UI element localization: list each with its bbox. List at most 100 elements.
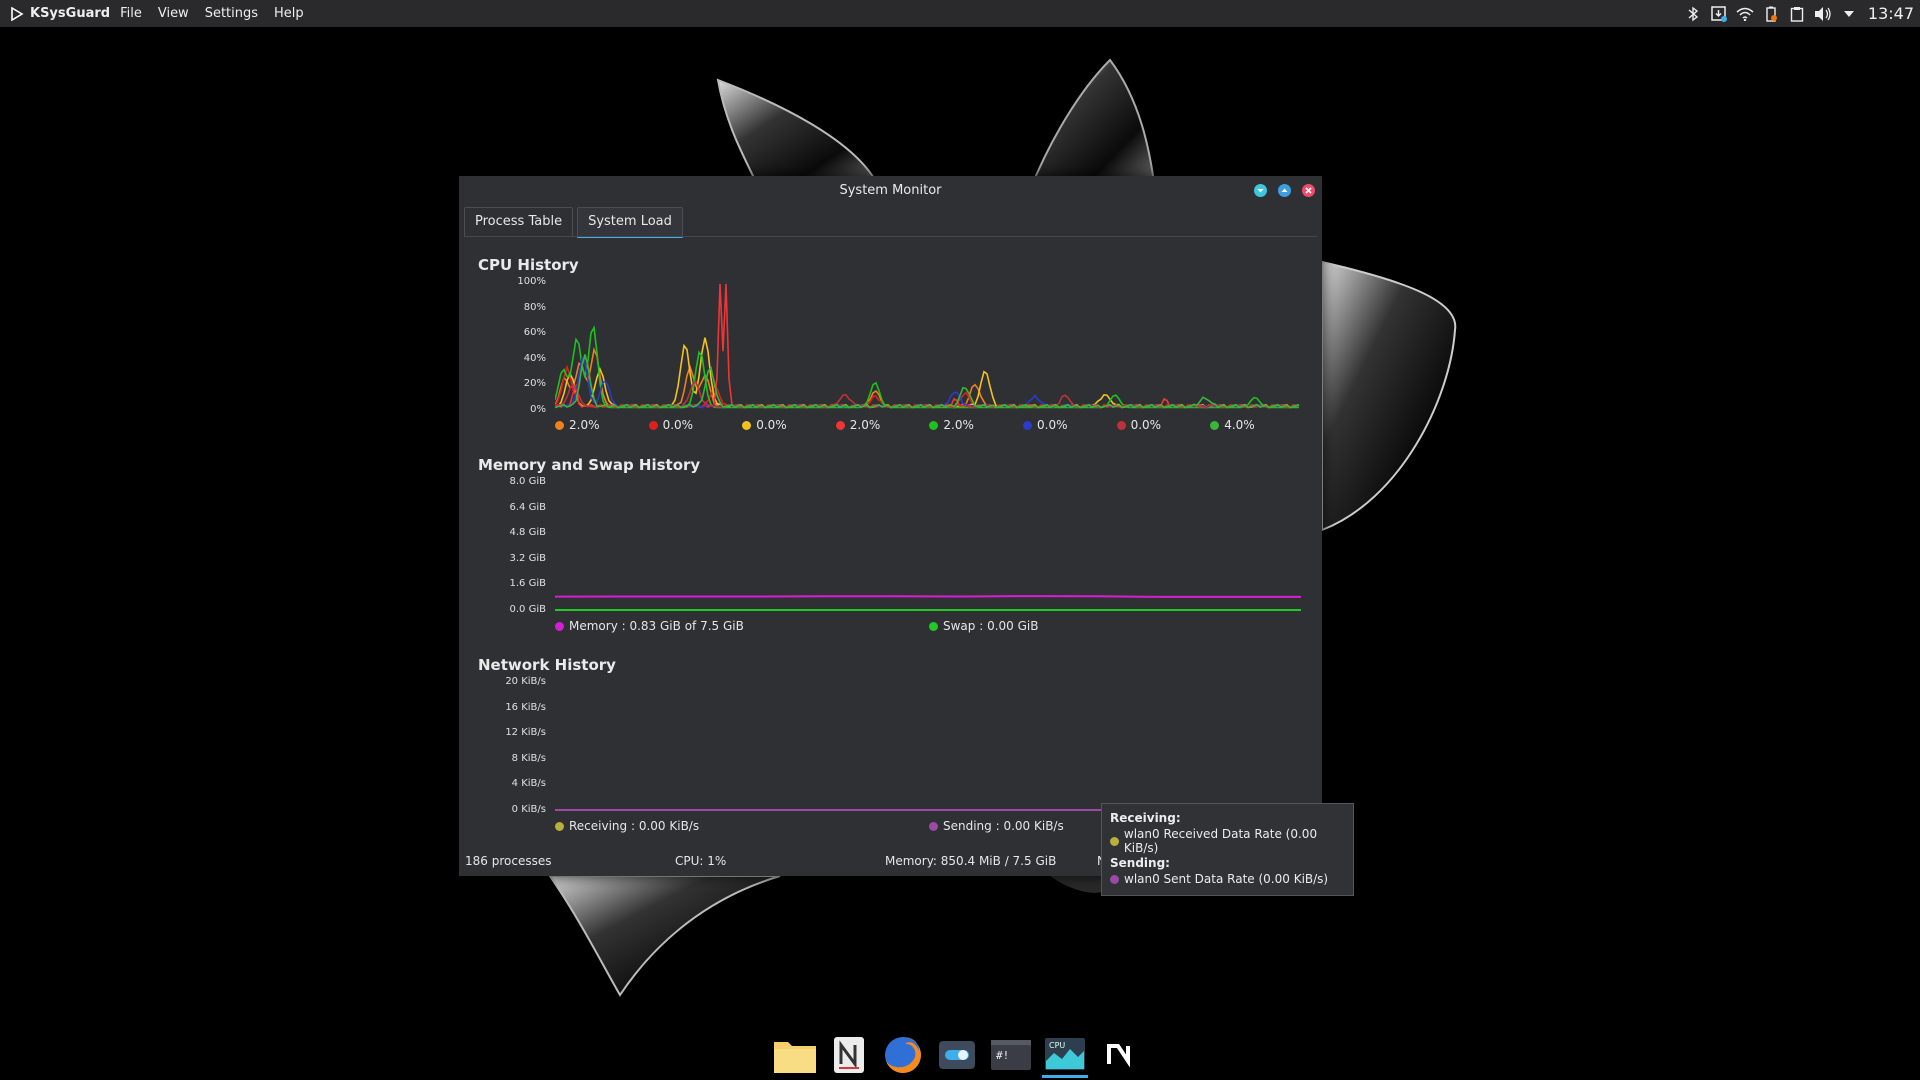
- settings-toggle-icon[interactable]: [934, 1032, 980, 1078]
- network-history-title: Network History: [478, 656, 616, 674]
- cpu-legend-value: 2.0%: [569, 418, 600, 432]
- app-launcher-icon[interactable]: [10, 6, 24, 21]
- battery-icon[interactable]: [1762, 5, 1780, 23]
- status-memory: Memory: 850.4 MiB / 7.5 GiB: [885, 854, 1057, 868]
- sending-legend-label: Sending : 0.00 KiB/s: [943, 819, 1064, 833]
- cpu-ytick: 0%: [530, 404, 546, 415]
- menu-settings[interactable]: Settings: [205, 6, 258, 21]
- tab-process-table[interactable]: Process Table: [464, 207, 574, 236]
- cpu-legend-value: 0.0%: [1037, 418, 1068, 432]
- cpu-legend-dot: [1210, 420, 1220, 430]
- system-tray: 13:47: [1676, 0, 1914, 27]
- cpu-legend-dot: [742, 420, 752, 430]
- cpu-legend-item: 4.0%: [1210, 418, 1255, 432]
- cpu-legend-value: 4.0%: [1224, 418, 1255, 432]
- expand-tray-icon[interactable]: [1840, 5, 1858, 23]
- cpu-legend-dot: [1023, 420, 1032, 430]
- cpu-ytick: 40%: [523, 353, 546, 364]
- network-tooltip: Receiving: wlan0 Received Data Rate (0.0…: [1101, 803, 1354, 896]
- network-history-plot: [555, 809, 1301, 811]
- cpu-ytick: 100%: [517, 276, 546, 287]
- maximize-button[interactable]: [1278, 184, 1291, 197]
- swap-legend-dot: [929, 621, 938, 631]
- tooltip-receiving-header: Receiving:: [1110, 811, 1181, 825]
- cpu-legend-item: 2.0%: [835, 418, 881, 432]
- cpu-legend-value: 2.0%: [849, 418, 881, 432]
- swap-legend: Swap : 0.00 GiB: [929, 619, 1038, 633]
- network-ytick: 8 KiB/s: [511, 753, 546, 764]
- memory-ytick: 1.6 GiB: [509, 578, 546, 589]
- memory-legend-dot: [555, 621, 564, 631]
- cpu-series-line: [555, 380, 1300, 409]
- clipboard-icon[interactable]: [1788, 5, 1806, 23]
- close-button[interactable]: [1302, 184, 1315, 197]
- cpu-series-line: [555, 337, 1300, 409]
- tooltip-sending-row: wlan0 Sent Data Rate (0.00 KiB/s): [1110, 872, 1328, 886]
- cpu-series-line: [555, 355, 1300, 409]
- cpu-legend-item: 0.0%: [742, 418, 787, 432]
- menu-view[interactable]: View: [158, 6, 189, 21]
- window-titlebar[interactable]: System Monitor: [459, 176, 1322, 204]
- tooltip-receiving-row: wlan0 Received Data Rate (0.00 KiB/s): [1110, 827, 1353, 855]
- tab-divider: [464, 236, 1317, 237]
- cpu-series-line: [555, 354, 1300, 409]
- window-title: System Monitor: [839, 183, 942, 198]
- notes-icon[interactable]: [826, 1032, 872, 1078]
- memory-history-plot: [555, 595, 1301, 611]
- cpu-series-line: [555, 283, 1300, 409]
- firefox-icon[interactable]: [880, 1032, 926, 1078]
- system-monitor-icon[interactable]: CPU: [1042, 1032, 1088, 1078]
- memory-memory-line: [555, 595, 1301, 598]
- cpu-ytick: 20%: [523, 378, 546, 389]
- terminal-icon[interactable]: #!: [988, 1032, 1034, 1078]
- cpu-legend-dot: [1116, 420, 1126, 430]
- cpu-legend-dot: [555, 420, 564, 430]
- cpu-legend-value: 0.0%: [662, 418, 694, 432]
- sending-legend-dot: [929, 821, 938, 831]
- menu-file[interactable]: File: [120, 6, 142, 21]
- network-ytick: 0 KiB/s: [511, 804, 546, 815]
- memory-ytick: 0.0 GiB: [509, 604, 546, 615]
- n-app-icon[interactable]: [1096, 1032, 1142, 1078]
- system-monitor-window: System Monitor Process Table System Load…: [459, 176, 1322, 876]
- memory-ytick: 4.8 GiB: [509, 527, 546, 538]
- cpu-legend-item: 0.0%: [1116, 418, 1162, 432]
- network-ytick: 16 KiB/s: [505, 702, 546, 713]
- receiving-legend: Receiving : 0.00 KiB/s: [555, 819, 699, 833]
- tooltip-sending-header: Sending:: [1110, 856, 1170, 870]
- cpu-legend-item: 0.0%: [648, 418, 694, 432]
- network-ytick: 12 KiB/s: [505, 727, 546, 738]
- tab-bar: Process Table System Load: [464, 207, 687, 238]
- system-monitor-icon-label: CPU: [1049, 1041, 1065, 1050]
- memory-ytick: 3.2 GiB: [509, 553, 546, 564]
- cpu-legend-dot: [648, 420, 658, 430]
- cpu-legend-item: 0.0%: [1023, 418, 1068, 432]
- status-processes: 186 processes: [465, 854, 552, 868]
- menu-help[interactable]: Help: [274, 6, 304, 21]
- wifi-icon[interactable]: [1736, 5, 1754, 23]
- top-panel: KSysGuard File View Settings Help 13:47: [0, 0, 1920, 27]
- tab-system-load[interactable]: System Load: [577, 207, 683, 238]
- swap-legend-label: Swap : 0.00 GiB: [943, 619, 1039, 633]
- cpu-history-title: CPU History: [478, 256, 579, 274]
- memory-ytick: 8.0 GiB: [509, 476, 546, 487]
- cpu-legend-item: 2.0%: [929, 418, 974, 432]
- cpu-legend-value: 0.0%: [1130, 418, 1162, 432]
- status-cpu: CPU: 1%: [675, 854, 727, 868]
- bluetooth-icon[interactable]: [1684, 5, 1702, 23]
- files-icon[interactable]: [772, 1032, 818, 1078]
- cpu-history-plot: [555, 283, 1300, 409]
- memory-history-title: Memory and Swap History: [478, 456, 701, 474]
- memory-ytick: 6.4 GiB: [509, 502, 546, 513]
- volume-icon[interactable]: [1814, 5, 1832, 23]
- dock: #! CPU: [772, 1032, 1150, 1078]
- cpu-ytick: 60%: [523, 327, 546, 338]
- tooltip-receiving-text: wlan0 Received Data Rate (0.00 KiB/s): [1123, 827, 1318, 855]
- cpu-legend-value: 0.0%: [756, 418, 787, 432]
- minimize-button[interactable]: [1254, 184, 1267, 197]
- clock[interactable]: 13:47: [1868, 4, 1914, 23]
- receiving-legend-dot: [555, 821, 564, 831]
- sending-legend: Sending : 0.00 KiB/s: [929, 819, 1064, 833]
- cpu-legend-dot: [835, 420, 845, 430]
- updates-icon[interactable]: [1710, 5, 1728, 23]
